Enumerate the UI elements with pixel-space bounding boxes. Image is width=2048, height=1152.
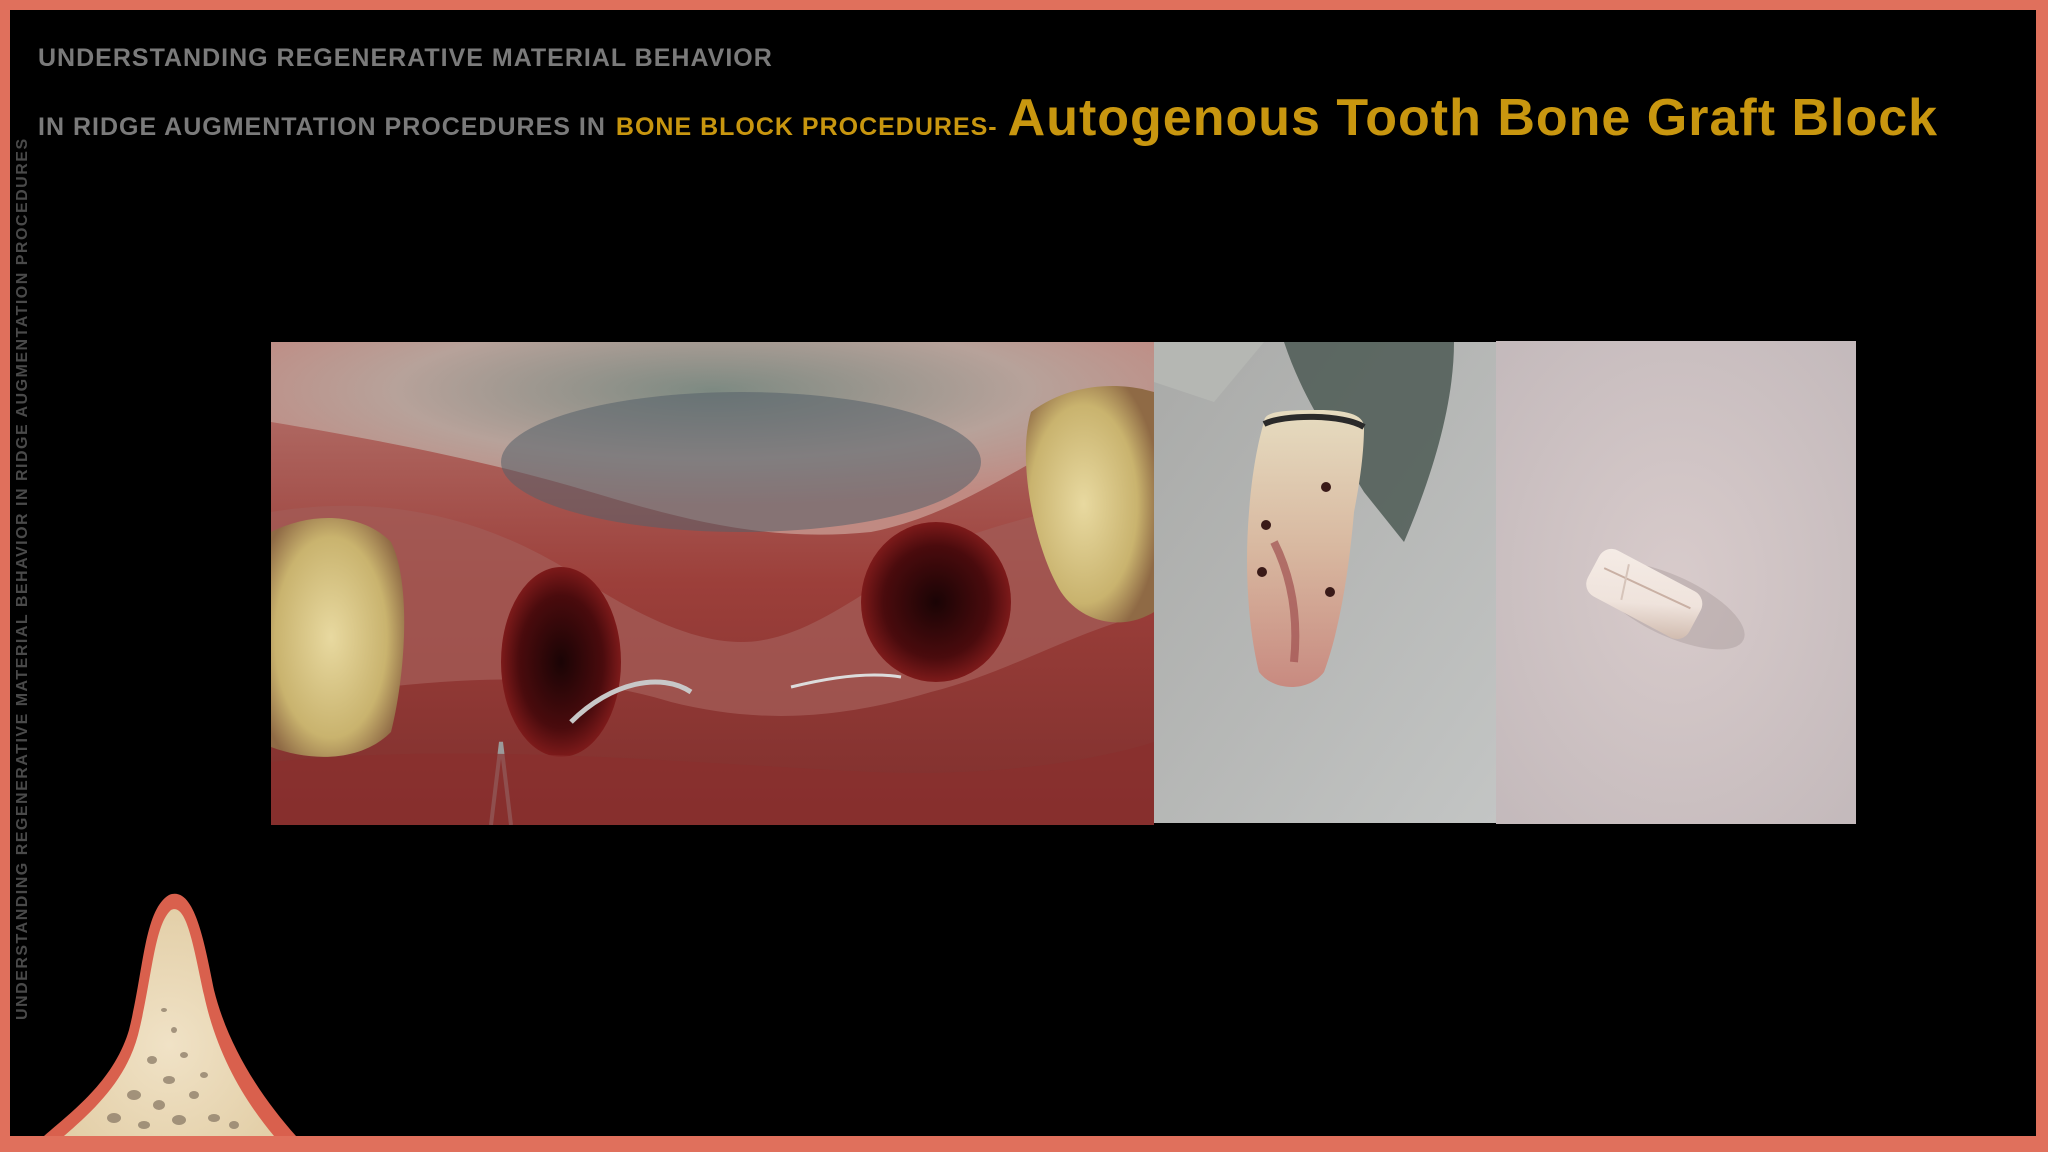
slide-canvas: UNDERSTANDING REGENERATIVE MATERIAL BEHA… — [10, 10, 2036, 1136]
extracted-tooth-photo — [1154, 342, 1496, 823]
tooth-graft-block-photo — [1496, 341, 1856, 824]
header-line-2: IN RIDGE AUGMENTATION PROCEDURES IN BONE… — [38, 88, 1938, 148]
header-line-2-grey: IN RIDGE AUGMENTATION PROCEDURES IN — [38, 113, 606, 141]
bone-ridge-logo-icon — [34, 880, 334, 1136]
surgical-site-photo — [271, 342, 1154, 825]
slide: UNDERSTANDING REGENERATIVE MATERIAL BEHA… — [0, 0, 2048, 1152]
header-line-2-gold: BONE BLOCK PROCEDURES- — [615, 113, 998, 141]
slide-title: Autogenous Tooth Bone Graft Block — [1007, 89, 1939, 147]
header-line-1: UNDERSTANDING REGENERATIVE MATERIAL BEHA… — [38, 44, 773, 72]
vertical-side-title: UNDERSTANDING REGENERATIVE MATERIAL BEHA… — [14, 137, 31, 1020]
